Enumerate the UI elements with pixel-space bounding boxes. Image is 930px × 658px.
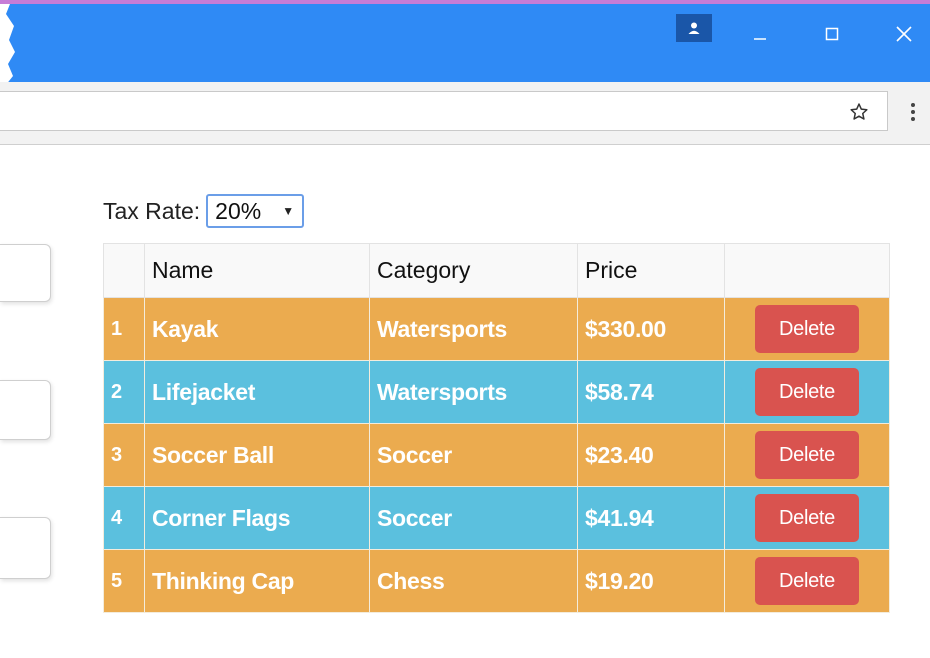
table-header-row: Name Category Price [103, 243, 890, 298]
column-header-index [103, 243, 145, 298]
product-name: Corner Flags [144, 486, 370, 550]
row-actions: Delete [724, 549, 890, 613]
product-price: $41.94 [577, 486, 725, 550]
offscreen-panel [0, 517, 51, 579]
row-index: 2 [103, 360, 145, 424]
delete-button[interactable]: Delete [755, 494, 859, 542]
tax-rate-label: Tax Rate: [103, 197, 201, 224]
delete-button[interactable]: Delete [755, 368, 859, 416]
row-index: 4 [103, 486, 145, 550]
table-row: 2 Lifejacket Watersports $58.74 Delete [103, 360, 890, 424]
product-price: $58.74 [577, 360, 725, 424]
tax-rate-value: 20% [215, 197, 262, 224]
torn-edge [0, 4, 15, 86]
product-category: Chess [369, 549, 578, 613]
product-category: Watersports [369, 360, 578, 424]
product-price: $23.40 [577, 423, 725, 487]
delete-button[interactable]: Delete [755, 431, 859, 479]
dropdown-caret-icon: ▼ [282, 204, 295, 218]
table-row: 5 Thinking Cap Chess $19.20 Delete [103, 549, 890, 613]
delete-button[interactable]: Delete [755, 305, 859, 353]
column-header-category: Category [369, 243, 578, 298]
table-row: 4 Corner Flags Soccer $41.94 Delete [103, 486, 890, 550]
row-index: 3 [103, 423, 145, 487]
tax-rate-select[interactable]: 20% ▼ [206, 194, 305, 228]
row-actions: Delete [724, 486, 890, 550]
product-category: Soccer [369, 486, 578, 550]
offscreen-panel [0, 380, 51, 440]
address-bar[interactable] [0, 91, 888, 131]
product-category: Watersports [369, 297, 578, 361]
delete-button[interactable]: Delete [755, 557, 859, 605]
column-header-price: Price [577, 243, 725, 298]
product-price: $330.00 [577, 297, 725, 361]
more-vert-icon[interactable] [905, 96, 921, 128]
star-icon[interactable] [846, 99, 872, 125]
browser-toolbar [0, 82, 930, 145]
row-actions: Delete [724, 360, 890, 424]
column-header-name: Name [144, 243, 370, 298]
tax-rate-row: Tax Rate: 20% ▼ [103, 192, 305, 230]
product-price: $19.20 [577, 549, 725, 613]
row-index: 1 [103, 297, 145, 361]
product-category: Soccer [369, 423, 578, 487]
table-row: 3 Soccer Ball Soccer $23.40 Delete [103, 423, 890, 487]
row-index: 5 [103, 549, 145, 613]
column-header-actions [724, 243, 890, 298]
product-name: Soccer Ball [144, 423, 370, 487]
close-icon[interactable] [884, 14, 924, 54]
row-actions: Delete [724, 423, 890, 487]
table-row: 1 Kayak Watersports $330.00 Delete [103, 297, 890, 361]
product-name: Lifejacket [144, 360, 370, 424]
minimize-icon[interactable] [740, 14, 780, 54]
profile-icon[interactable] [676, 14, 712, 42]
product-name: Thinking Cap [144, 549, 370, 613]
row-actions: Delete [724, 297, 890, 361]
products-table: Name Category Price 1 Kayak Watersports … [103, 243, 890, 613]
browser-titlebar [0, 0, 930, 86]
offscreen-panel [0, 244, 51, 302]
product-name: Kayak [144, 297, 370, 361]
maximize-icon[interactable] [812, 14, 852, 54]
